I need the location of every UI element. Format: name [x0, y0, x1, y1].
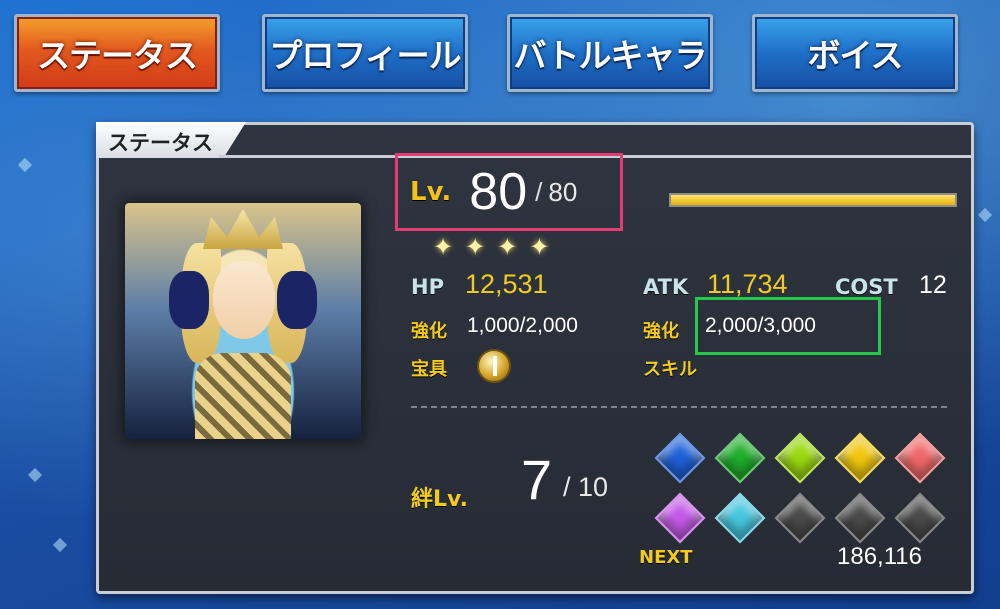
hp-label: HP — [411, 275, 444, 299]
atk-fou-label: 強化 — [643, 321, 679, 342]
bond-gem-empty-icon — [895, 493, 941, 539]
sparkle — [27, 467, 43, 483]
bond-gem-filled-icon — [655, 433, 701, 479]
rarity-star-icon: ✦ — [465, 233, 486, 261]
portrait-crown — [203, 209, 283, 249]
bond-gem-filled-icon — [895, 433, 941, 479]
rarity-stars: ✦ ✦ ✦ ✦ — [433, 235, 549, 259]
hp-fou-max: 2,000 — [525, 314, 578, 337]
exp-bar-fill — [671, 195, 955, 205]
servant-portrait[interactable] — [125, 203, 361, 439]
portrait-face — [213, 261, 275, 339]
sparkle — [977, 207, 993, 223]
level-label: Lv. — [410, 177, 452, 207]
next-value: 186,116 — [837, 543, 922, 570]
hp-fou-label: 強化 — [411, 321, 447, 342]
next-label: NEXT — [639, 547, 693, 568]
bond-label: 絆Lv. — [411, 487, 468, 512]
bond-gem-filled-icon — [775, 433, 821, 479]
bond-gem-filled-icon — [715, 433, 761, 479]
tab-voice[interactable]: ボイス — [752, 14, 958, 92]
bond-max: / 10 — [563, 472, 609, 502]
bond-gems — [655, 433, 947, 539]
atk-value: 11,734 — [707, 269, 788, 299]
exp-bar — [669, 193, 957, 207]
atk-label: ATK — [643, 275, 689, 299]
atk-fou-current: 2,000 — [705, 314, 758, 337]
tab-battle-character[interactable]: バトルキャラ — [507, 14, 713, 92]
cost-label: COST — [835, 275, 898, 299]
tab-profile[interactable]: プロフィール — [262, 14, 468, 92]
hp-fou-current: 1,000 — [467, 314, 520, 337]
section-divider — [411, 406, 947, 408]
bond-gem-filled-icon — [715, 493, 761, 539]
cost-value: 12 — [919, 271, 947, 299]
skill-label: スキル — [643, 359, 697, 380]
level-max-value: 80 — [548, 176, 578, 207]
atk-fou-value: 2,000/3,000 — [705, 314, 816, 337]
bond-value: 7 — [521, 448, 553, 511]
bond-gem-filled-icon — [655, 493, 701, 539]
noble-phantasm-label: 宝具 — [411, 359, 447, 380]
bond-gem-filled-icon — [835, 433, 881, 479]
portrait-armor — [195, 353, 291, 439]
bond-max-value: 10 — [578, 472, 609, 502]
portrait-ribbon — [169, 271, 209, 329]
rarity-star-icon: ✦ — [433, 233, 454, 261]
sparkle — [17, 157, 33, 173]
level-max: /80 — [535, 176, 578, 207]
noble-phantasm-icon[interactable] — [477, 349, 511, 383]
portrait-ribbon — [277, 271, 317, 329]
bond-gem-empty-icon — [835, 493, 881, 539]
hp-value: 12,531 — [465, 269, 548, 299]
rarity-star-icon: ✦ — [497, 233, 518, 261]
hp-fou-value: 1,000/2,000 — [467, 314, 578, 337]
rarity-star-icon: ✦ — [529, 233, 550, 261]
tab-status[interactable]: ステータス — [14, 14, 220, 92]
panel-title: ステータス — [96, 122, 246, 158]
level-highlight-box: Lv. 80 /80 — [395, 153, 623, 231]
bond-gem-empty-icon — [775, 493, 821, 539]
sparkle — [52, 537, 68, 553]
status-panel: ステータス Lv. 80 /80 ✦ ✦ ✦ ✦ HP 12,531 ATK 11,7… — [96, 122, 974, 594]
level-value: 80 — [469, 163, 528, 221]
atk-fou-max: 3,000 — [763, 314, 816, 337]
